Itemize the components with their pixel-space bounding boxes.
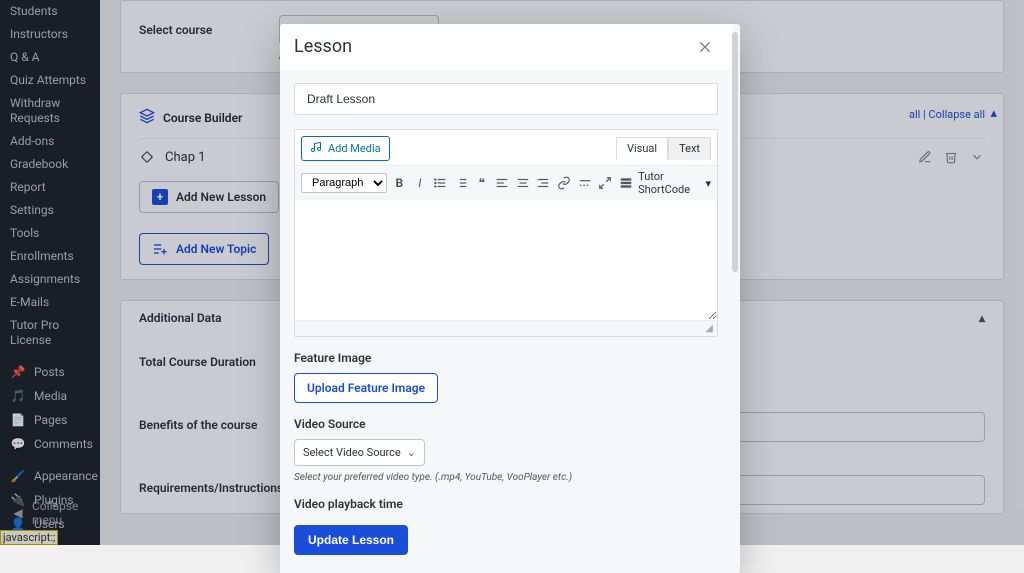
editor-tab-visual[interactable]: Visual [616,137,668,160]
numbered-list-button[interactable] [453,173,470,193]
video-playback-label: Video playback time [294,497,718,511]
button-label: Add Media [328,142,381,155]
align-center-button[interactable] [515,173,532,193]
wysiwyg-editor: Add Media Visual Text Paragraph B I ❝ [294,129,718,337]
upload-feature-image-button[interactable]: Upload Feature Image [294,373,438,403]
lesson-content-editor[interactable] [295,200,717,320]
caret-down-icon: ▾ [705,177,711,190]
resize-handle-icon[interactable]: ◢ [295,320,717,336]
link-button[interactable] [556,173,573,193]
blockquote-button[interactable]: ❝ [473,173,490,193]
video-source-hint: Select your preferred video type. (.mp4,… [294,472,718,483]
select-value: Select Video Source [303,446,401,459]
modal-scrollbar[interactable] [732,32,738,272]
video-source-label: Video Source [294,417,718,431]
format-select[interactable]: Paragraph [301,173,387,193]
lesson-modal: Lesson Add Media Visual [280,24,740,573]
feature-image-label: Feature Image [294,351,718,365]
align-left-button[interactable] [494,173,511,193]
read-more-button[interactable] [576,173,593,193]
italic-button[interactable]: I [412,173,429,193]
shortcode-label: Tutor ShortCode [638,170,703,196]
bold-button[interactable]: B [391,173,408,193]
align-right-button[interactable] [535,173,552,193]
video-source-select[interactable]: Select Video Source ⌄ [294,439,425,466]
close-modal-button[interactable] [696,38,714,56]
bullet-list-button[interactable] [432,173,449,193]
add-media-button[interactable]: Add Media [301,136,390,161]
button-label: Upload Feature Image [307,381,425,395]
tutor-shortcode-dropdown[interactable]: Tutor ShortCode ▾ [638,170,711,196]
lesson-title-input[interactable] [294,83,718,115]
update-lesson-button[interactable]: Update Lesson [294,525,408,555]
toolbar-toggle-button[interactable] [618,173,635,193]
fullscreen-button[interactable] [597,173,614,193]
editor-tab-text[interactable]: Text [668,137,711,160]
media-note-icon [310,141,322,156]
chevron-down-icon: ⌄ [407,446,416,459]
modal-title: Lesson [294,36,352,57]
